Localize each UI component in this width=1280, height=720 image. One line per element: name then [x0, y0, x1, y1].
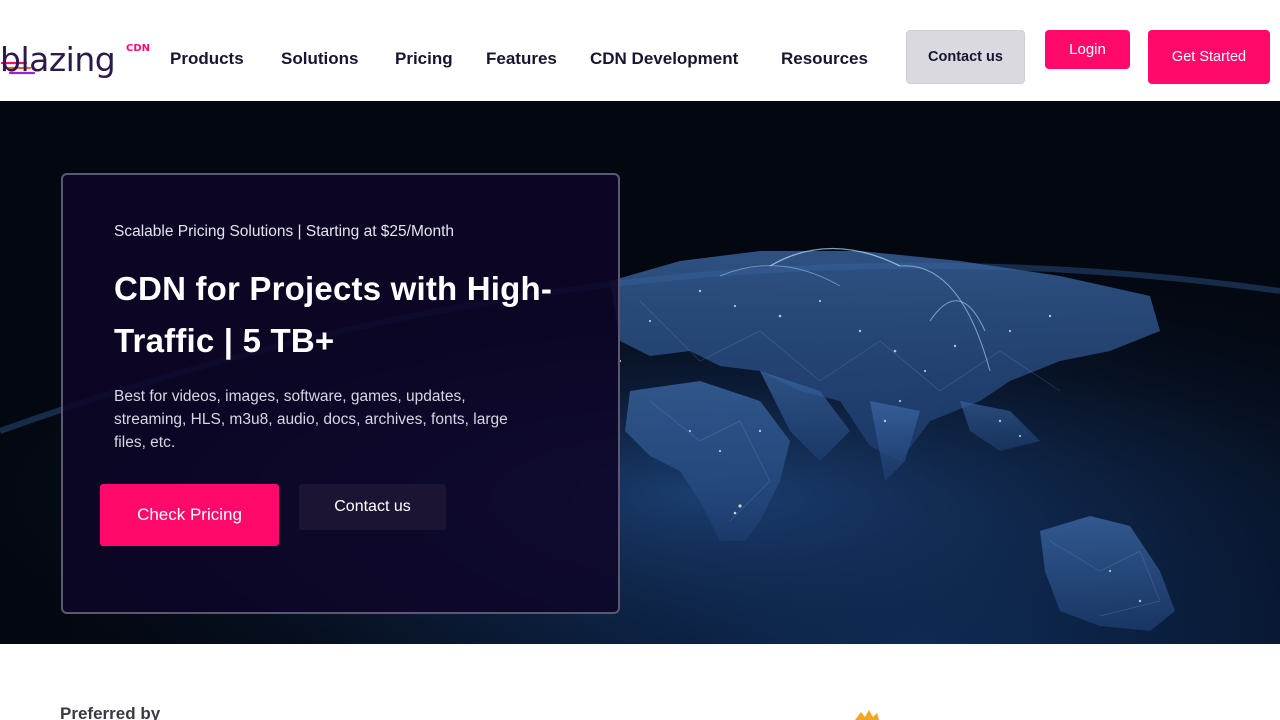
- hero-title: CDN for Projects with High-Traffic | 5 T…: [114, 270, 553, 359]
- hero-contact-us-button[interactable]: Contact us: [299, 484, 446, 530]
- login-button[interactable]: Login: [1045, 30, 1130, 69]
- nav-cdn-development[interactable]: CDN Development: [590, 48, 738, 72]
- nav-features[interactable]: Features: [486, 48, 557, 72]
- hero-eyebrow: Scalable Pricing Solutions | Starting at…: [114, 223, 455, 240]
- check-pricing-button[interactable]: Check Pricing: [100, 484, 279, 546]
- get-started-button[interactable]: Get Started: [1148, 30, 1270, 84]
- brand-logo[interactable]: blazing CDN: [0, 38, 160, 82]
- hero-card: Scalable Pricing Solutions | Starting at…: [61, 173, 620, 614]
- contact-us-button[interactable]: Contact us: [906, 30, 1025, 84]
- nav-resources[interactable]: Resources: [781, 48, 868, 72]
- preferred-by-heading: Preferred by: [60, 704, 161, 720]
- client-logo-icon: [855, 710, 879, 720]
- logo-wordmark: blazing: [0, 40, 116, 79]
- nav-pricing[interactable]: Pricing: [395, 48, 453, 72]
- site-header: blazing CDN Products Solutions Pricing F…: [0, 0, 1280, 101]
- nav-solutions[interactable]: Solutions: [281, 48, 358, 72]
- hero-description: Best for videos, images, software, games…: [114, 388, 508, 451]
- hero-section: Scalable Pricing Solutions | Starting at…: [0, 101, 1280, 644]
- nav-products[interactable]: Products: [170, 48, 244, 72]
- logo-badge: CDN: [126, 43, 151, 54]
